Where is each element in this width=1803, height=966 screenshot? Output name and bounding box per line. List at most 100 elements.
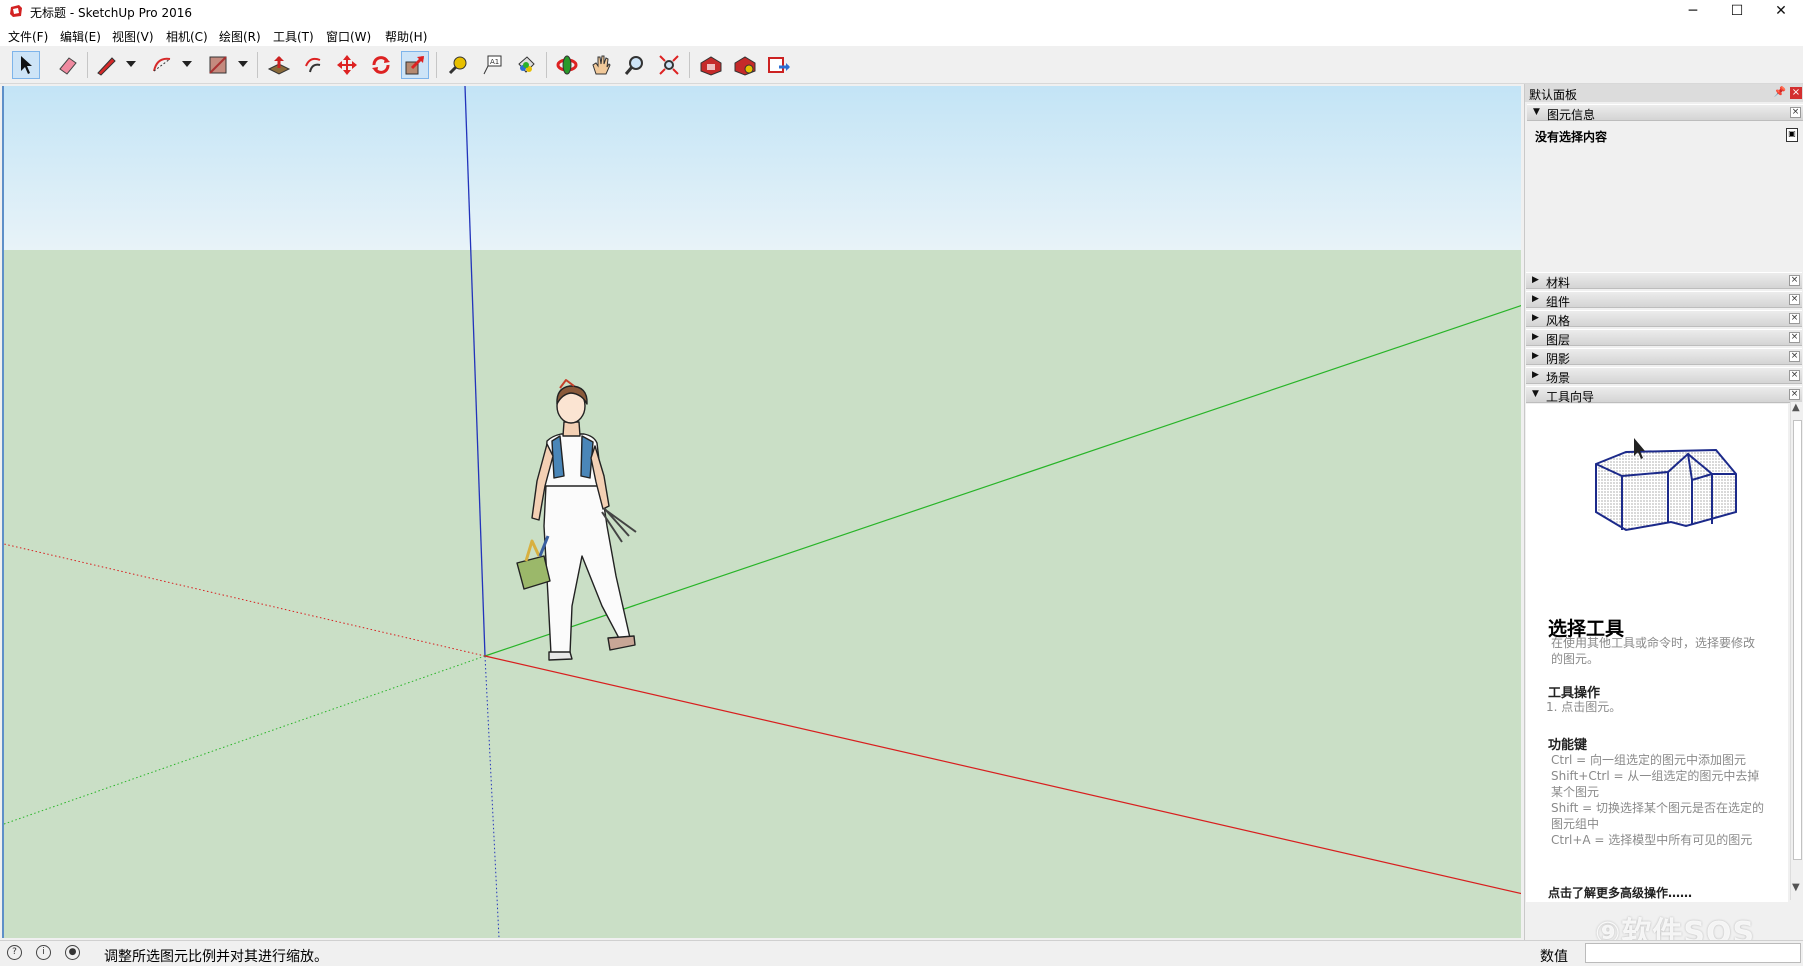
toolbar-separator	[257, 52, 258, 78]
pan-tool-button[interactable]	[587, 51, 615, 79]
minimize-button[interactable]: ─	[1670, 0, 1716, 24]
tool-description: 在使用其他工具或命令时，选择要修改的图元。	[1551, 636, 1756, 666]
modifier-key-ctrl-a: Ctrl+A = 选择模型中所有可见的图元	[1551, 833, 1753, 847]
measurements-input[interactable]	[1585, 943, 1801, 963]
menu-help[interactable]: 帮助(H)	[385, 28, 427, 45]
sketchup-logo-icon	[10, 5, 22, 17]
panel-label: 风格	[1546, 314, 1571, 328]
panel-materials[interactable]: ▶ 材料 ×	[1526, 272, 1802, 290]
menu-camera[interactable]: 相机(C)	[166, 28, 208, 45]
menu-view[interactable]: 视图(V)	[112, 28, 154, 45]
panel-label: 工具向导	[1546, 390, 1595, 404]
advanced-operations-link[interactable]: 点击了解更多高级操作……	[1548, 884, 1692, 901]
shape-dropdown-arrow[interactable]	[238, 61, 248, 67]
text-tool-button[interactable]: A1	[478, 51, 506, 79]
close-button[interactable]: ✕	[1758, 0, 1803, 24]
layout-send-icon	[768, 57, 790, 73]
paint-bucket-tool-button[interactable]	[512, 51, 540, 79]
expand-arrow-icon: ▶	[1532, 313, 1539, 323]
ground	[4, 250, 1521, 938]
shape-tool-button[interactable]	[204, 51, 232, 79]
scroll-thumb[interactable]	[1793, 420, 1802, 860]
panel-label: 阴影	[1546, 352, 1571, 366]
panel-close-icon[interactable]: ×	[1789, 351, 1800, 362]
panel-label: 图元信息	[1547, 108, 1596, 122]
panel-label: 材料	[1546, 276, 1571, 290]
panel-close-icon[interactable]: ×	[1789, 275, 1800, 286]
push-pull-icon	[267, 56, 291, 75]
panel-instructor[interactable]: ▼ 工具向导 ×	[1526, 386, 1802, 404]
panel-close-icon[interactable]: ×	[1789, 294, 1800, 305]
expand-arrow-icon: ▶	[1532, 275, 1539, 285]
pin-icon[interactable]: 📌	[1774, 87, 1786, 98]
tape-measure-tool-button[interactable]	[444, 51, 472, 79]
panel-close-icon[interactable]: ×	[1789, 389, 1800, 400]
panel-label: 组件	[1546, 295, 1571, 309]
modeling-viewport[interactable]	[2, 86, 1521, 938]
viewport-canvas[interactable]	[4, 86, 1521, 938]
panel-close-icon[interactable]: ×	[1789, 332, 1800, 343]
panel-scenes[interactable]: ▶ 场景 ×	[1526, 367, 1802, 385]
modifier-key-shift: Shift = 切换选择某个图元是否在选定的图元组中	[1551, 801, 1764, 831]
menu-draw[interactable]: 绘图(R)	[219, 28, 261, 45]
arc-icon	[153, 57, 171, 72]
panel-shadows[interactable]: ▶ 阴影 ×	[1526, 348, 1802, 366]
svg-text:A1: A1	[490, 58, 499, 66]
geo-location-icon[interactable]: ?	[7, 945, 22, 960]
offset-tool-button[interactable]	[299, 51, 327, 79]
menu-tools[interactable]: 工具(T)	[273, 28, 314, 45]
expand-arrow-icon: ▶	[1532, 351, 1539, 361]
move-tool-button[interactable]	[333, 51, 361, 79]
panel-layers[interactable]: ▶ 图层 ×	[1526, 329, 1802, 347]
menu-edit[interactable]: 编辑(E)	[60, 28, 101, 45]
arc-tool-button[interactable]	[148, 51, 176, 79]
rectangle-shape-icon	[209, 56, 227, 74]
text-icon: A1	[483, 55, 502, 75]
panel-styles[interactable]: ▶ 风格 ×	[1526, 310, 1802, 328]
select-tool-button[interactable]	[12, 51, 40, 79]
scale-tool-button[interactable]	[401, 51, 429, 79]
panel-entity-info[interactable]: ▼ 图元信息 ×	[1527, 104, 1803, 122]
extension-warehouse-button[interactable]	[731, 51, 759, 79]
pencil-line-icon	[97, 57, 116, 76]
arc-dropdown-arrow[interactable]	[182, 61, 192, 67]
panel-components[interactable]: ▶ 组件 ×	[1526, 291, 1802, 309]
user-account-icon[interactable]: ●	[65, 945, 80, 960]
instructor-body: 选择工具 在使用其他工具或命令时，选择要修改的图元。 工具操作 1. 点击图元。…	[1526, 404, 1788, 902]
maximize-button[interactable]: ☐	[1714, 0, 1760, 24]
panel-close-icon[interactable]: ×	[1789, 313, 1800, 324]
zoom-icon	[624, 56, 643, 75]
rotate-icon	[372, 56, 390, 74]
zoom-tool-button[interactable]	[621, 51, 649, 79]
tray-close-icon[interactable]: ×	[1790, 87, 1802, 99]
orbit-tool-button[interactable]	[553, 51, 581, 79]
collapse-arrow-icon: ▼	[1532, 389, 1539, 399]
toggle-details-icon[interactable]: ▣	[1786, 128, 1798, 142]
panel-close-icon[interactable]: ×	[1789, 370, 1800, 381]
modifier-key-ctrl: Ctrl = 向一组选定的图元中添加图元	[1551, 753, 1747, 767]
select-tool-illustration	[1595, 438, 1737, 532]
expand-arrow-icon: ▶	[1532, 370, 1539, 380]
eraser-tool-button[interactable]	[54, 51, 82, 79]
instructor-scrollbar[interactable]: ▲ ▼	[1790, 402, 1803, 900]
menu-file[interactable]: 文件(F)	[8, 28, 48, 45]
offset-icon	[305, 57, 321, 73]
sky	[4, 86, 1521, 250]
menu-window[interactable]: 窗口(W)	[326, 28, 371, 45]
zoom-extents-tool-button[interactable]	[655, 51, 683, 79]
scroll-down-icon[interactable]: ▼	[1792, 882, 1800, 893]
warehouse-button[interactable]	[697, 51, 725, 79]
rotate-tool-button[interactable]	[367, 51, 395, 79]
eraser-icon	[59, 57, 77, 75]
line-dropdown-arrow[interactable]	[126, 61, 136, 67]
line-tool-button[interactable]	[92, 51, 120, 79]
panel-close-icon[interactable]: ×	[1790, 107, 1801, 118]
send-to-layout-button[interactable]	[765, 51, 793, 79]
push-pull-tool-button[interactable]	[265, 51, 293, 79]
info-icon[interactable]: i	[36, 945, 51, 960]
status-bar: ? i ● 调整所选图元比例并对其进行缩放。 数值	[0, 940, 1803, 965]
scroll-up-icon[interactable]: ▲	[1792, 402, 1800, 413]
status-message: 调整所选图元比例并对其进行缩放。	[104, 949, 328, 965]
zoom-extents-icon	[659, 55, 679, 75]
toolbar: A1	[0, 46, 1803, 84]
